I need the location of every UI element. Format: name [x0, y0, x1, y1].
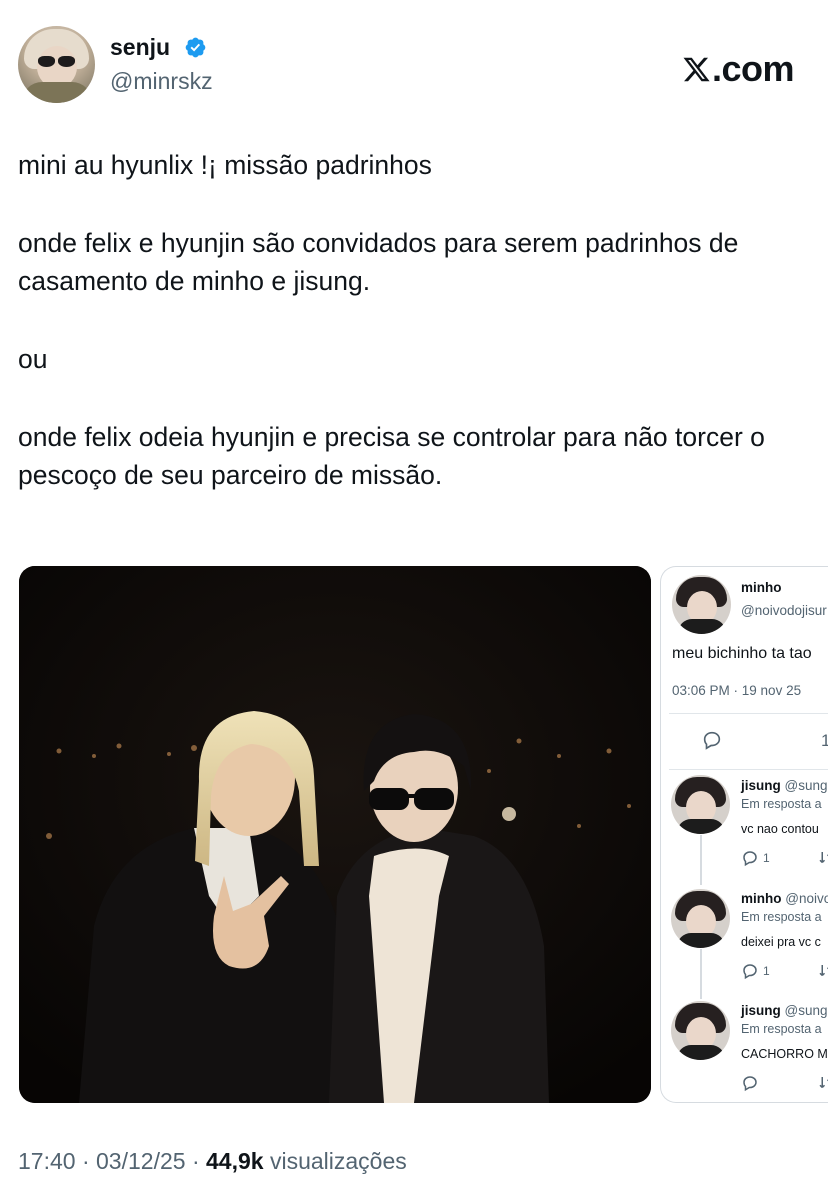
retweet-icon [819, 852, 828, 864]
reply-icon [703, 731, 721, 750]
reply-1-author: jisung @sung [741, 778, 828, 793]
tweet-paragraph: mini au hyunlix !¡ missão padrinhos [18, 150, 432, 180]
reply-2-count: 1 [763, 964, 770, 978]
thread-main-text: meu bichinho ta tao [672, 645, 812, 662]
tweet-paragraph: onde felix e hyunjin são convidados para… [18, 228, 739, 296]
author-handle[interactable]: @minrskz [110, 68, 213, 95]
separator: · [191, 1148, 200, 1174]
divider [669, 769, 828, 770]
thread-connector [700, 835, 702, 885]
tweet-date[interactable]: 03/12/25 [96, 1148, 186, 1174]
reply-icon [743, 851, 757, 867]
thread-main-name: minho [741, 580, 782, 595]
thread-connector [700, 949, 702, 999]
separator: · [81, 1148, 90, 1174]
reply-icon [743, 1076, 757, 1092]
x-logo: .com [682, 48, 795, 90]
tweet-metadata: 17:40 · 03/12/25 · 44,9k visualizações [18, 1148, 407, 1175]
tweet-time[interactable]: 17:40 [18, 1148, 76, 1174]
media-photo[interactable] [19, 566, 651, 1103]
thread-avatar-minho [672, 575, 731, 634]
reply-2-text: deixei pra vc c [741, 935, 821, 949]
views-label: visualizações [269, 1148, 407, 1174]
tweet-paragraph: onde felix odeia hyunjin e precisa se co… [18, 422, 765, 490]
x-logo-text: .com [711, 48, 795, 89]
thread-avatar-jisung [671, 775, 730, 834]
divider [669, 713, 828, 714]
media-thread-screenshot[interactable]: minho @noivodojisur meu bichinho ta tao … [660, 566, 828, 1103]
thread-main-timestamp: 03:06 PM · 19 nov 25 [672, 683, 802, 698]
tweet-header: senju @minrskz .com [18, 26, 810, 106]
reply-2-reply-to: Em resposta a [741, 910, 822, 924]
thread-avatar-minho [671, 889, 730, 948]
reply-3-text: CACHORRO M [741, 1047, 828, 1061]
retweet-icon [819, 1077, 828, 1089]
retweet-icon [819, 965, 828, 977]
reply-2-author: minho @noivo [741, 891, 828, 906]
photo-two-people-night [19, 566, 651, 1103]
author-display-name[interactable]: senju [110, 34, 170, 61]
reply-1-text: vc nao contou [741, 822, 819, 836]
thread-main-handle: @noivodojisur [741, 603, 827, 618]
reply-1-reply-to: Em resposta a [741, 797, 822, 811]
verified-badge-icon [185, 37, 206, 58]
x-icon [683, 57, 710, 81]
tweet-paragraph: ou [18, 344, 48, 374]
author-avatar[interactable] [18, 26, 95, 103]
reply-1-count: 1 [763, 851, 770, 865]
thread-avatar-jisung [671, 1001, 730, 1060]
reply-3-reply-to: Em resposta a [741, 1022, 822, 1036]
reply-3-author: jisung @sung [741, 1003, 828, 1018]
views-count[interactable]: 44,9k [206, 1148, 264, 1174]
thread-main-reply-count: 1 [821, 731, 828, 751]
reply-icon [743, 964, 757, 980]
tweet-text: mini au hyunlix !¡ missão padrinhos onde… [18, 146, 808, 494]
